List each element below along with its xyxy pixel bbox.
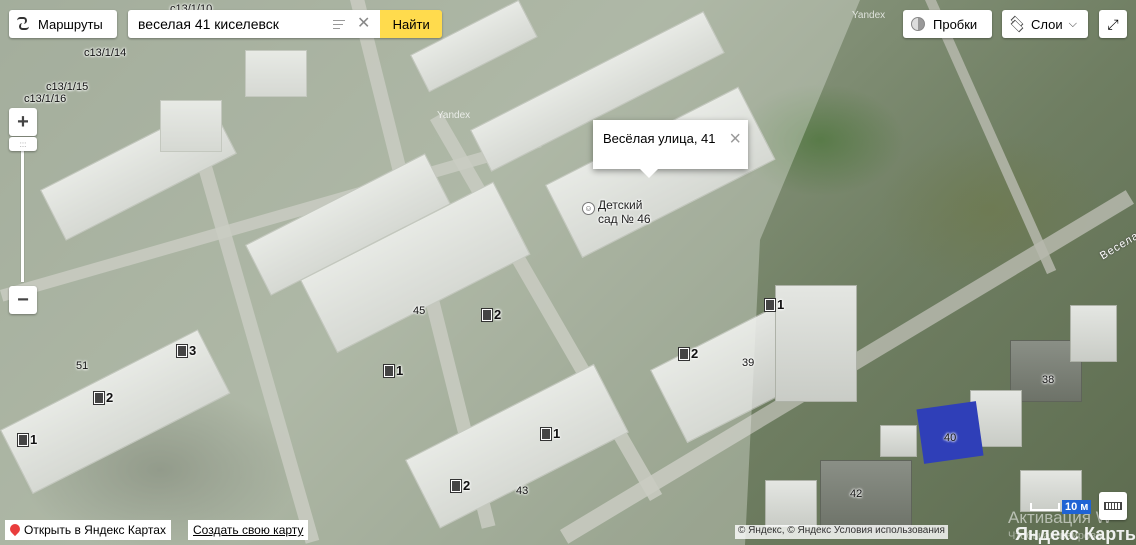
expand-icon: ⤢ (1107, 15, 1119, 32)
copyright-text[interactable]: © Яндекс, © Яндекс Условия использования (735, 525, 948, 539)
entrance-icon (482, 308, 492, 321)
zoom-out-button[interactable]: − (9, 286, 37, 314)
entrance-marker: 3 (177, 343, 196, 358)
entrance-icon (541, 427, 551, 440)
entrance-marker: 1 (18, 432, 37, 447)
zoom-slider-track[interactable] (21, 142, 24, 282)
entrance-icon (18, 433, 28, 446)
close-icon[interactable]: × (729, 129, 741, 149)
entrance-icon (679, 347, 689, 360)
fullscreen-button[interactable]: ⤢ (1099, 10, 1127, 38)
entrance-icon (765, 298, 775, 311)
entrance-icon (94, 391, 104, 404)
create-map-link[interactable]: Создать свою карту (188, 520, 309, 540)
layers-icon (1009, 17, 1025, 31)
address-label: 40 (944, 432, 957, 444)
entrance-marker: 2 (679, 346, 698, 361)
find-button[interactable]: Найти (380, 10, 442, 38)
zoom-in-button[interactable]: + (9, 108, 37, 136)
scale-line: 10 м (1030, 500, 1092, 514)
ruler-icon (1104, 502, 1122, 510)
open-yandex-label: Открыть в Яндекс Картах (24, 523, 166, 537)
zoom-slider-handle[interactable]: ::: (9, 137, 37, 151)
building (1070, 305, 1117, 362)
open-in-yandex-maps-link[interactable]: Открыть в Яндекс Картах (5, 520, 171, 540)
entrance-icon (177, 344, 187, 357)
yandex-watermark: Yandex (852, 10, 886, 21)
entrance-marker: 2 (94, 390, 113, 405)
routes-label: Маршруты (38, 16, 103, 32)
layers-label: Слои (1031, 16, 1063, 32)
balloon-title: Весёлая улица, 41 (603, 131, 716, 146)
scale-label: 10 м (1062, 500, 1092, 514)
street-label: Весела (1098, 229, 1136, 263)
entrance-marker: 2 (482, 307, 501, 322)
yandex-watermark: Yandex (437, 110, 471, 121)
search-box: ✕ Найти (128, 10, 442, 38)
building (820, 460, 912, 532)
poi-label[interactable]: сад № 46 (598, 212, 651, 226)
map-canvas[interactable]: Yandex Yandex с13/1/10 с13/1/14 с13/1/15… (0, 0, 1136, 545)
address-label: 42 (850, 488, 863, 500)
traffic-label: Пробки (933, 16, 978, 32)
entrance-icon (384, 364, 394, 377)
address-label: с13/1/14 (84, 47, 127, 59)
address-label: 51 (76, 360, 89, 372)
ruler-button[interactable] (1099, 492, 1127, 520)
building (765, 480, 817, 527)
address-balloon: Весёлая улица, 41 × (593, 120, 748, 178)
entrance-icon (451, 479, 461, 492)
scale-bar (1030, 503, 1060, 511)
road (925, 0, 1057, 275)
chevron-down-icon: ⌵ (1068, 17, 1077, 30)
map-pin-icon (10, 524, 20, 536)
route-icon (17, 17, 31, 31)
building (775, 285, 857, 402)
entrance-marker: 1 (384, 363, 403, 378)
address-label: с13/1/16 (24, 93, 67, 105)
search-suggest-icon[interactable] (333, 19, 345, 29)
activation-subtext: Чтобы активирова (1008, 530, 1102, 542)
address-label: с13/1/15 (46, 81, 89, 93)
address-label: 45 (413, 305, 426, 317)
entrance-marker: 2 (451, 478, 470, 493)
entrance-marker: 1 (765, 297, 784, 312)
address-label: 43 (516, 485, 529, 497)
search-input[interactable] (128, 10, 329, 38)
kindergarten-icon[interactable]: ☺ (582, 202, 595, 215)
traffic-icon (911, 17, 925, 31)
building (880, 425, 917, 457)
clear-icon[interactable]: ✕ (357, 16, 370, 32)
address-label: 39 (742, 357, 755, 369)
layers-button[interactable]: Слои ⌵ (1002, 10, 1088, 38)
search-tools: ✕ (329, 10, 381, 38)
poi-label[interactable]: Детский (598, 198, 642, 212)
entrance-marker: 1 (541, 426, 560, 441)
address-label: 38 (1042, 374, 1055, 386)
traffic-button[interactable]: Пробки (903, 10, 992, 38)
routes-button[interactable]: Маршруты (9, 10, 117, 38)
